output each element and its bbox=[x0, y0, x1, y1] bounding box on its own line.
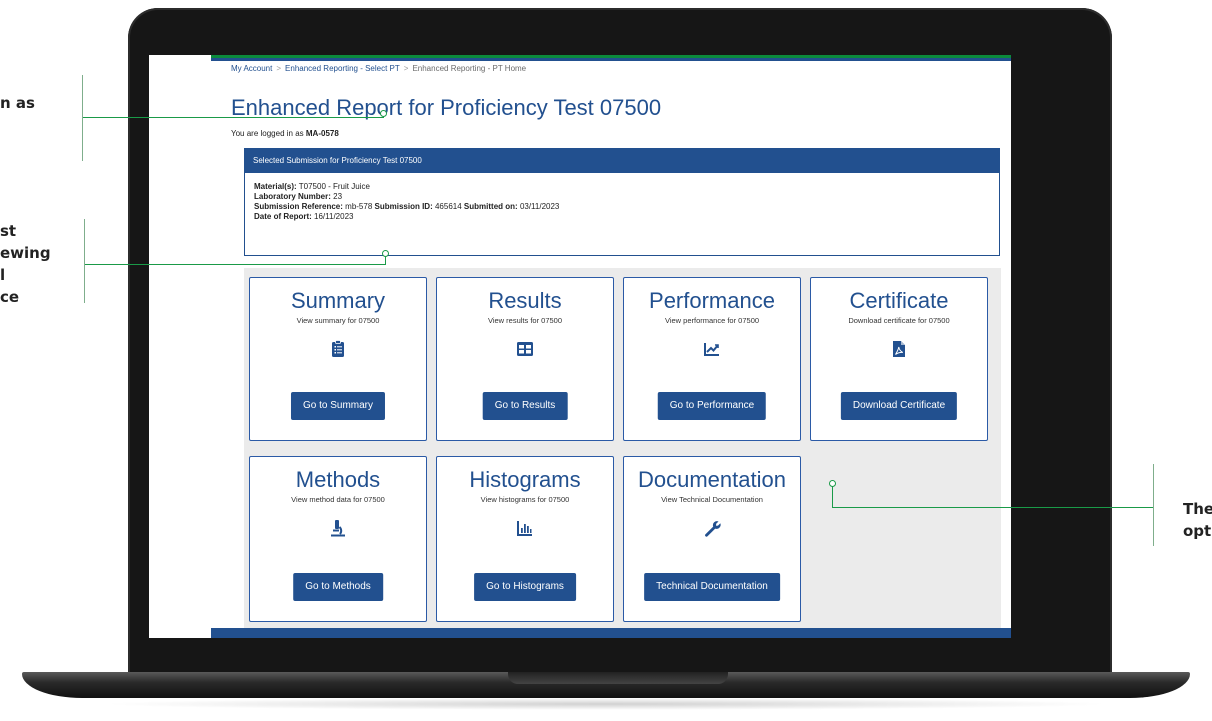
callout-line-options bbox=[832, 507, 1153, 508]
wrench-icon bbox=[705, 521, 721, 537]
submitted-on-value: 03/11/2023 bbox=[519, 202, 560, 211]
material-value: T07500 - Fruit Juice bbox=[298, 182, 370, 191]
card-subtitle: View Technical Documentation bbox=[661, 495, 763, 504]
report-date-label: Date of Report: bbox=[254, 212, 312, 221]
submission-id-label: Submission ID: bbox=[374, 202, 433, 211]
callout-line-submission-rise bbox=[385, 256, 386, 265]
breadcrumb-current: Enhanced Reporting - PT Home bbox=[412, 64, 527, 73]
report-options-grid: Summary View summary for 07500 Go to Sum… bbox=[244, 268, 1001, 628]
login-username: MA-0578 bbox=[305, 129, 339, 138]
chart-line-icon bbox=[704, 343, 719, 356]
footer-bar bbox=[211, 628, 1011, 638]
card-subtitle: View histograms for 07500 bbox=[480, 495, 570, 504]
card-title: Methods bbox=[295, 467, 381, 492]
card-subtitle: Download certificate for 07500 bbox=[848, 316, 950, 325]
technical-documentation-button[interactable]: Technical Documentation bbox=[644, 573, 780, 601]
results-card: Results View results for 07500 Go to Res… bbox=[436, 277, 614, 441]
submission-panel-header: Selected Submission for Proficiency Test… bbox=[245, 149, 999, 173]
histograms-card: Histograms View histograms for 07500 Go … bbox=[436, 456, 614, 622]
submission-reference-row: Submission Reference: mb-578 Submission … bbox=[254, 202, 999, 212]
callout-rule-submission bbox=[84, 219, 85, 303]
lab-number-value: 23 bbox=[333, 192, 343, 201]
download-certificate-button[interactable]: Download Certificate bbox=[840, 392, 958, 420]
lab-number-row: Laboratory Number: 23 bbox=[254, 192, 999, 202]
callout-dot-submission bbox=[382, 250, 389, 257]
breadcrumb: My Account > Enhanced Reporting - Select P… bbox=[231, 64, 526, 73]
card-subtitle: View method data for 07500 bbox=[291, 495, 385, 504]
clipboard-list-icon bbox=[332, 340, 344, 357]
breadcrumb-select-pt[interactable]: Enhanced Reporting - Select PT bbox=[285, 64, 400, 73]
submission-reference-label: Submission Reference: bbox=[254, 202, 343, 211]
certificate-card: Certificate Download certificate for 075… bbox=[810, 277, 988, 441]
submission-panel: Selected Submission for Proficiency Test… bbox=[244, 148, 1000, 256]
material-label: Material(s): bbox=[254, 182, 297, 191]
card-title: Performance bbox=[649, 288, 775, 313]
laptop-screen: My Account > Enhanced Reporting - Select P… bbox=[149, 55, 1011, 638]
card-subtitle: View summary for 07500 bbox=[296, 316, 380, 325]
go-to-performance-button[interactable]: Go to Performance bbox=[657, 392, 767, 420]
submission-reference-value: mb-578 bbox=[345, 202, 373, 211]
laptop-shadow bbox=[100, 698, 1112, 710]
methods-card: Methods View method data for 07500 Go to… bbox=[249, 456, 427, 622]
callout-rule-options bbox=[1153, 464, 1154, 546]
report-date-row: Date of Report: 16/11/2023 bbox=[254, 212, 999, 222]
pdf-file-icon bbox=[893, 341, 905, 357]
table-icon bbox=[517, 342, 533, 356]
callout-text-login: n as bbox=[0, 94, 35, 112]
go-to-results-button[interactable]: Go to Results bbox=[482, 392, 568, 420]
laptop-notch bbox=[508, 672, 728, 684]
card-title: Documentation bbox=[638, 467, 786, 492]
card-title: Certificate bbox=[849, 288, 949, 313]
card-title: Histograms bbox=[469, 467, 581, 492]
card-subtitle: View results for 07500 bbox=[487, 316, 563, 325]
callout-line-options-rise bbox=[832, 486, 833, 507]
submitted-on-label: Submitted on: bbox=[463, 202, 518, 211]
performance-card: Performance View performance for 07500 G… bbox=[623, 277, 801, 441]
callout-text-submission: st ewing l ce bbox=[0, 222, 51, 306]
microscope-icon bbox=[331, 520, 345, 537]
go-to-summary-button[interactable]: Go to Summary bbox=[290, 392, 386, 420]
callout-rule-login bbox=[82, 75, 83, 161]
submission-id-value: 465614 bbox=[434, 202, 462, 211]
documentation-card: Documentation View Technical Documentati… bbox=[623, 456, 801, 622]
go-to-methods-button[interactable]: Go to Methods bbox=[293, 573, 383, 601]
breadcrumb-my-account[interactable]: My Account bbox=[231, 64, 272, 73]
lab-number-label: Laboratory Number: bbox=[254, 192, 331, 201]
login-prefix: You are logged in as bbox=[231, 129, 304, 138]
summary-card: Summary View summary for 07500 Go to Sum… bbox=[249, 277, 427, 441]
breadcrumb-separator: > bbox=[276, 64, 282, 73]
callout-line-submission bbox=[85, 264, 385, 265]
header-rule-blue bbox=[211, 58, 1011, 61]
card-subtitle: View performance for 07500 bbox=[664, 316, 760, 325]
card-title: Results bbox=[488, 288, 562, 313]
card-title: Summary bbox=[290, 288, 386, 313]
report-date-value: 16/11/2023 bbox=[314, 212, 354, 221]
submission-details: Material(s): T07500 - Fruit Juice Labora… bbox=[245, 173, 999, 222]
go-to-histograms-button[interactable]: Go to Histograms bbox=[474, 573, 576, 601]
callout-dot-options bbox=[829, 480, 836, 487]
bar-chart-icon bbox=[517, 521, 532, 536]
callout-line-login bbox=[83, 117, 383, 118]
callout-dot-login bbox=[380, 110, 387, 117]
login-status: You are logged in as MA-0578 bbox=[231, 129, 339, 138]
breadcrumb-separator: > bbox=[403, 64, 409, 73]
material-row: Material(s): T07500 - Fruit Juice bbox=[254, 182, 999, 192]
callout-text-options: The opt bbox=[1183, 500, 1212, 540]
